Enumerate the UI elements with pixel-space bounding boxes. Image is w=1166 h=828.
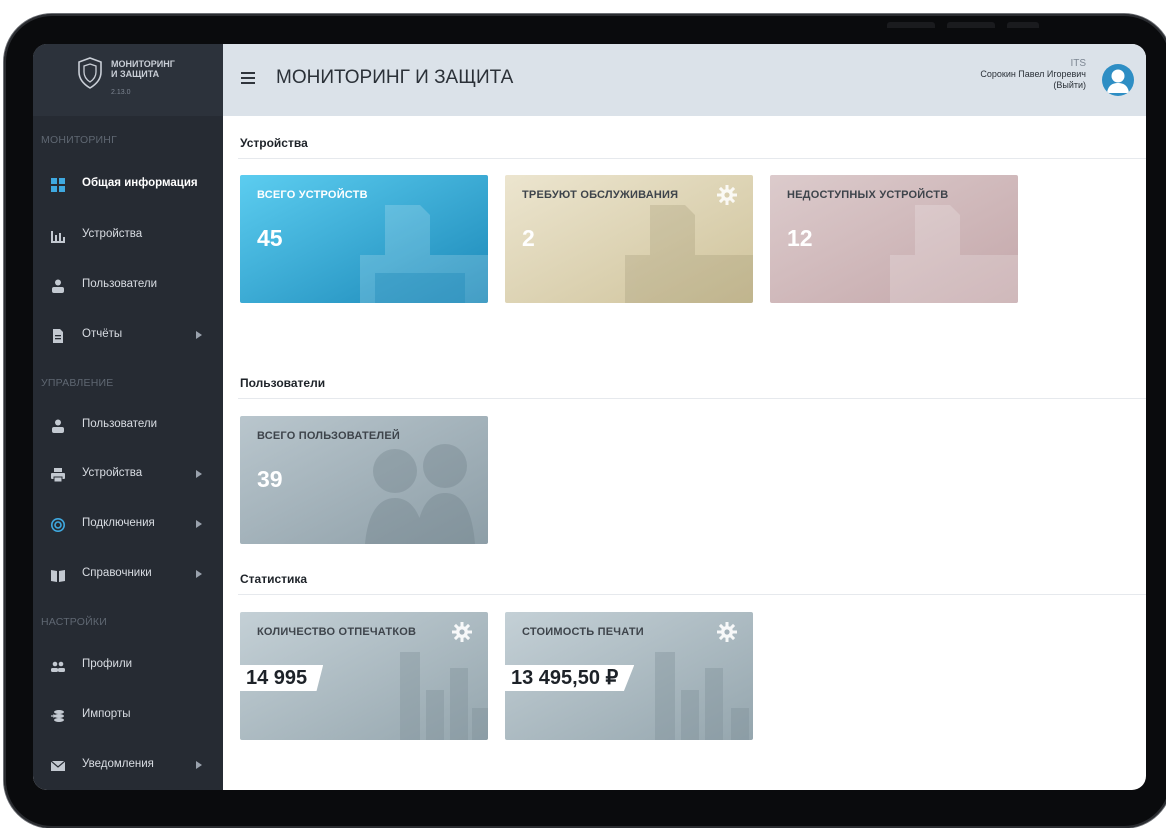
group-title-stats: Статистика: [240, 572, 308, 586]
user-info: ITS Сорокин Павел Игоревич (Выйти): [980, 58, 1086, 91]
logo-line-2: И ЗАЩИТА: [111, 69, 160, 79]
sidebar-item-manage-users[interactable]: Пользователи: [33, 406, 223, 446]
card-value: 14 995: [240, 665, 324, 691]
dashboard-icon: [51, 178, 65, 192]
hamburger-menu-icon[interactable]: [241, 72, 255, 87]
card-value: 2: [522, 225, 535, 251]
card-print-cost[interactable]: СТОИМОСТЬ ПЕЧАТИ 13 495,50 ₽: [505, 612, 753, 740]
sidebar-item-label: Отчёты: [82, 328, 123, 340]
card-total-users[interactable]: ВСЕГО ПОЛЬЗОВАТЕЛЕЙ 39: [240, 416, 488, 544]
sidebar-item-label: Подключения: [82, 517, 155, 529]
sidebar-item-devices[interactable]: Устройства: [33, 216, 223, 256]
card-label: НЕДОСТУПНЫХ УСТРОЙСТВ: [787, 189, 949, 201]
card-value: 13 495,50 ₽: [505, 665, 635, 691]
card-label: ТРЕБУЮТ ОБСЛУЖИВАНИЯ: [522, 189, 679, 201]
logout-link[interactable]: (Выйти): [980, 80, 1086, 91]
app-logo[interactable]: МОНИТОРИНГ И ЗАЩИТА 2.13.0: [33, 44, 223, 116]
sidebar-item-label: Профили: [82, 658, 133, 670]
group-title-devices: Устройства: [240, 136, 308, 150]
section-title-settings: НАСТРОЙКИ: [41, 616, 107, 628]
submenu-arrow-icon: [196, 470, 202, 478]
divider: [238, 398, 1146, 399]
divider: [238, 158, 1146, 159]
user-avatar-icon: [1107, 69, 1129, 93]
card-value: 39: [257, 466, 283, 492]
sidebar: МОНИТОРИНГ И ЗАЩИТА 2.13.0 МОНИТОРИНГ Об…: [33, 44, 223, 790]
sidebar-item-overview[interactable]: Общая информация: [33, 165, 223, 205]
sidebar-item-label: Уведомления: [82, 758, 154, 770]
user-name: Сорокин Павел Игоревич: [980, 69, 1086, 79]
connection-icon: [51, 518, 65, 532]
submenu-arrow-icon: [196, 570, 202, 578]
device-button: [947, 22, 995, 28]
sidebar-item-directories[interactable]: Справочники: [33, 555, 223, 595]
sidebar-item-label: Пользователи: [82, 278, 158, 290]
users-icon: [52, 279, 64, 293]
main-content: Устройства ВСЕГО УСТРОЙСТВ 45 ТРЕБУЮТ ОБ…: [223, 116, 1146, 790]
users-icon: [52, 419, 64, 433]
card-label: ВСЕГО УСТРОЙСТВ: [257, 189, 368, 201]
gear-icon[interactable]: [452, 622, 472, 642]
page-title: МОНИТОРИНГ И ЗАЩИТА: [276, 67, 514, 88]
submenu-arrow-icon: [196, 761, 202, 769]
sidebar-item-users[interactable]: Пользователи: [33, 266, 223, 306]
card-unavailable-devices[interactable]: НЕДОСТУПНЫХ УСТРОЙСТВ 12: [770, 175, 1018, 303]
app-version: 2.13.0: [111, 89, 131, 96]
section-title-management: УПРАВЛЕНИЕ: [41, 377, 114, 389]
sidebar-item-notifications[interactable]: Уведомления: [33, 746, 223, 786]
card-value: 45: [257, 225, 283, 251]
report-icon: [53, 329, 63, 343]
sidebar-item-imports[interactable]: Импорты: [33, 696, 223, 736]
group-title-users: Пользователи: [240, 376, 326, 390]
printer-icon: [51, 468, 65, 482]
top-bar: МОНИТОРИНГ И ЗАЩИТА ITS Сорокин Павел Иг…: [223, 44, 1146, 116]
avatar[interactable]: [1102, 64, 1134, 96]
card-label: СТОИМОСТЬ ПЕЧАТИ: [522, 626, 644, 638]
sidebar-item-profiles[interactable]: Профили: [33, 646, 223, 686]
logo-line-1: МОНИТОРИНГ: [111, 59, 175, 69]
book-icon: [51, 570, 65, 582]
card-print-count[interactable]: КОЛИЧЕСТВО ОТПЕЧАТКОВ 14 995: [240, 612, 488, 740]
import-icon: [51, 710, 64, 722]
sidebar-item-label: Пользователи: [82, 418, 158, 430]
submenu-arrow-icon: [196, 520, 202, 528]
section-title-monitoring: МОНИТОРИНГ: [41, 134, 117, 146]
gear-icon[interactable]: [717, 622, 737, 642]
card-label: КОЛИЧЕСТВО ОТПЕЧАТКОВ: [257, 626, 417, 638]
card-value: 12: [787, 225, 813, 251]
sidebar-item-label: Импорты: [82, 708, 131, 720]
device-button: [1007, 22, 1039, 28]
sidebar-item-label: Устройства: [82, 467, 143, 479]
gear-icon[interactable]: [717, 185, 737, 205]
sidebar-item-label: Справочники: [82, 567, 152, 579]
profiles-icon: [51, 661, 65, 672]
sidebar-item-reports[interactable]: Отчёты: [33, 316, 223, 356]
sidebar-item-label: Общая информация: [82, 177, 198, 189]
sidebar-item-connections[interactable]: Подключения: [33, 505, 223, 545]
user-org: ITS: [1070, 58, 1086, 69]
submenu-arrow-icon: [196, 331, 202, 339]
card-total-devices[interactable]: ВСЕГО УСТРОЙСТВ 45: [240, 175, 488, 303]
screen: МОНИТОРИНГ И ЗАЩИТА 2.13.0 МОНИТОРИНГ Об…: [33, 44, 1146, 790]
card-label: ВСЕГО ПОЛЬЗОВАТЕЛЕЙ: [257, 430, 400, 442]
logo-title: МОНИТОРИНГ И ЗАЩИТА: [111, 59, 175, 79]
device-button: [887, 22, 935, 28]
bar-chart-icon: [51, 231, 65, 243]
card-needs-service[interactable]: ТРЕБУЮТ ОБСЛУЖИВАНИЯ 2: [505, 175, 753, 303]
divider: [238, 594, 1146, 595]
mail-icon: [51, 760, 65, 771]
shield-logo-icon: [78, 57, 102, 89]
sidebar-item-label: Устройства: [82, 228, 143, 240]
sidebar-item-manage-devices[interactable]: Устройства: [33, 455, 223, 495]
